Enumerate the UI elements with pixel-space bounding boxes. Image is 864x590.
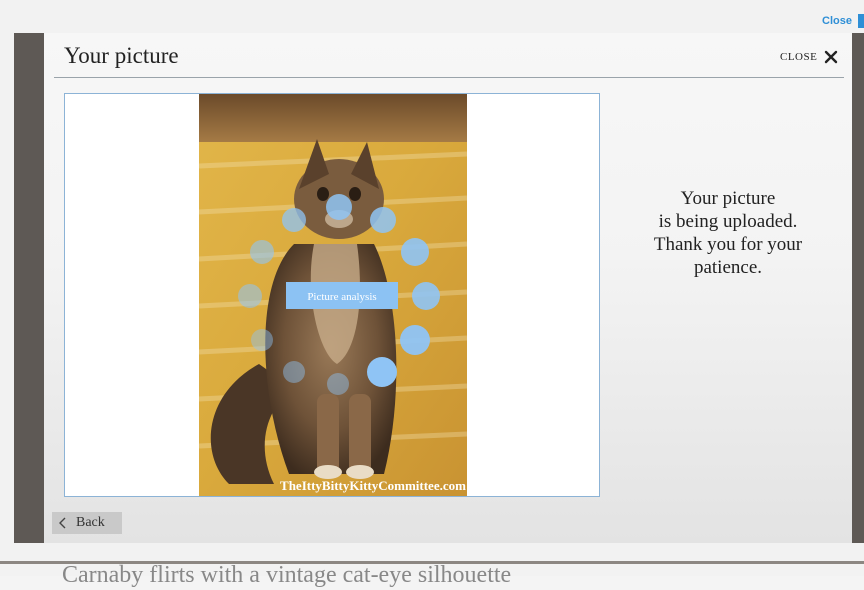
close-icon <box>825 50 838 64</box>
close-button[interactable]: CLOSE <box>780 50 838 64</box>
upload-modal: Your picture CLOSE Picture analysis TheI… <box>44 33 852 543</box>
uploaded-photo: Picture analysis TheIttyBittyKittyCommit… <box>199 94 467 496</box>
back-button-label: Back <box>76 515 105 530</box>
analysis-label: Picture analysis <box>307 291 376 303</box>
background-close-icon[interactable] <box>858 14 864 28</box>
photo-watermark: TheIttyBittyKittyCommittee.com <box>280 478 466 493</box>
upload-message-line: Thank you for your <box>653 234 803 255</box>
chevron-left-icon <box>59 517 66 529</box>
background-caption: Carnaby flirts with a vintage cat-eye si… <box>62 562 512 588</box>
background-close-link[interactable]: Close <box>822 15 852 27</box>
back-button[interactable]: Back <box>52 512 122 534</box>
header-divider <box>54 77 844 78</box>
upload-message-line: is being uploaded. <box>658 211 798 232</box>
background-right-panel <box>852 33 864 543</box>
upload-status-message: Your picture is being uploaded. Thank yo… <box>624 187 832 279</box>
photo-preview-frame: Picture analysis TheIttyBittyKittyCommit… <box>64 93 600 497</box>
background-left-panel <box>14 33 44 543</box>
upload-message-line: Your picture <box>680 188 776 209</box>
photo-image: Picture analysis TheIttyBittyKittyCommit… <box>199 94 467 496</box>
modal-title: Your picture <box>64 43 179 68</box>
close-button-label: CLOSE <box>780 51 818 63</box>
upload-message-line: patience. <box>693 257 763 278</box>
